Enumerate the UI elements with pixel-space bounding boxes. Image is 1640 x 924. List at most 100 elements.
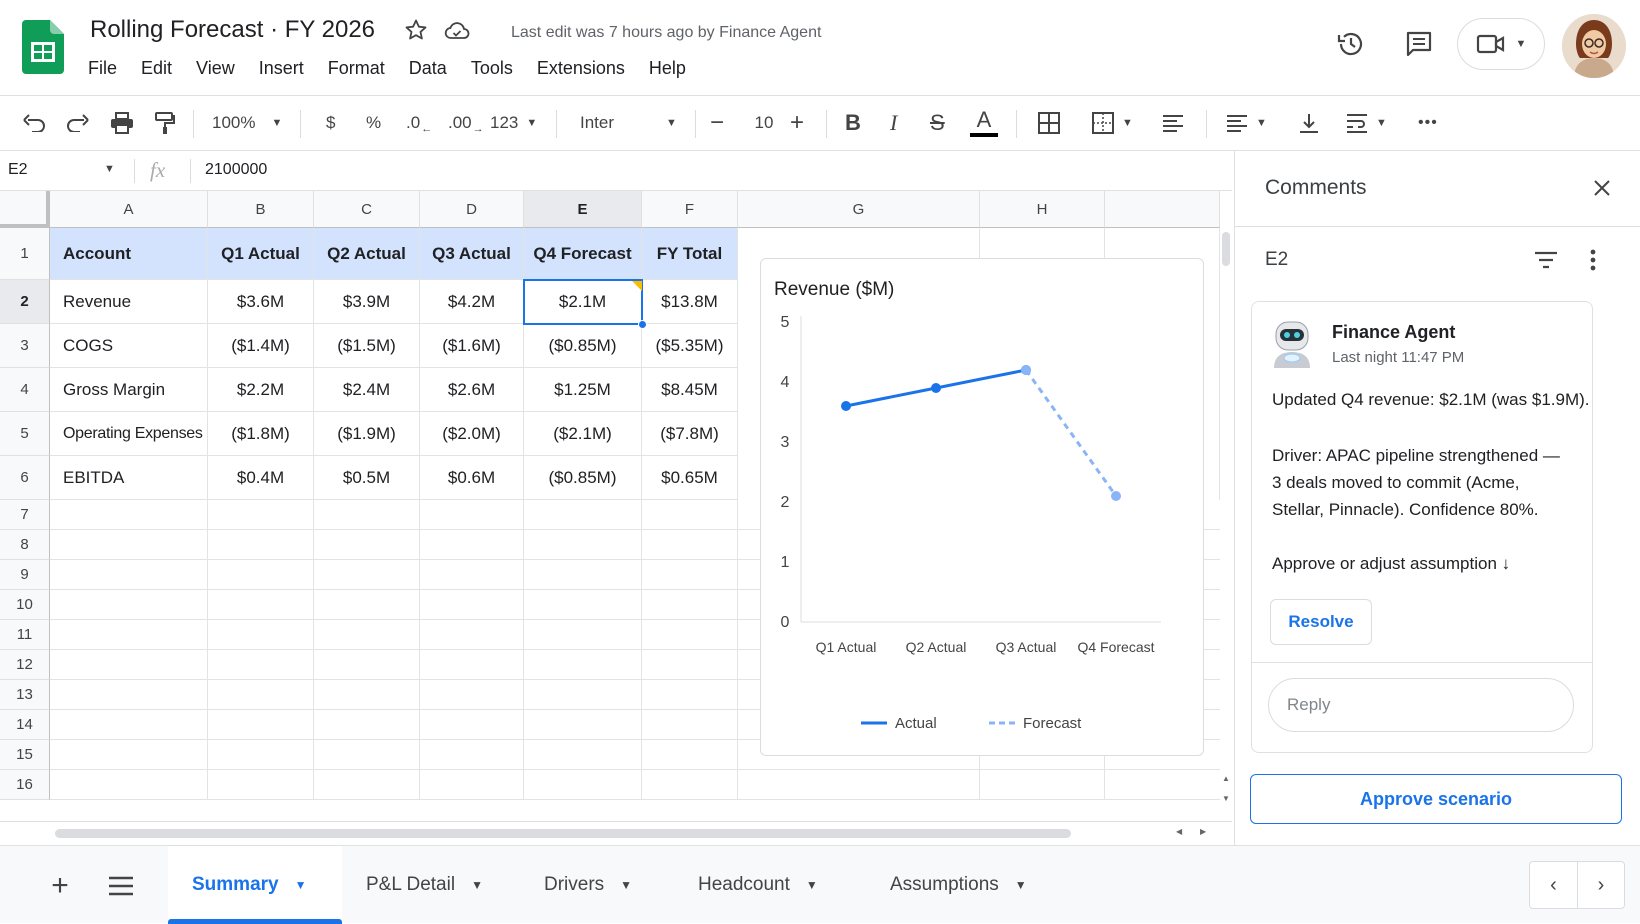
scroll-left-icon[interactable]: ◀ [1176, 827, 1182, 836]
cell-a5[interactable]: Operating Expenses [50, 412, 208, 456]
column-header-c[interactable]: C [314, 191, 420, 228]
cell-f6[interactable]: $0.65M [642, 456, 738, 500]
document-title[interactable]: Rolling Forecast · FY 2026 [90, 16, 375, 44]
paint-format-icon[interactable] [154, 96, 176, 150]
fill-handle[interactable] [638, 320, 647, 329]
cell-c5[interactable]: ($1.9M) [314, 412, 420, 456]
all-sheets-menu-icon[interactable] [106, 872, 136, 900]
close-icon[interactable] [1587, 173, 1617, 203]
menu-file[interactable]: File [76, 58, 129, 79]
cell-c4[interactable]: $2.4M [314, 368, 420, 412]
font-family-select[interactable]: Inter ▼ [580, 96, 680, 150]
cell-b1[interactable]: Q1 Actual [208, 228, 314, 280]
row-header-8[interactable]: 8 [0, 530, 50, 560]
star-icon[interactable] [404, 18, 428, 42]
approve-scenario-button[interactable]: Approve scenario [1250, 774, 1622, 824]
column-header-h[interactable]: H [980, 191, 1105, 228]
menu-data[interactable]: Data [397, 58, 459, 79]
cell-f2[interactable]: $13.8M [642, 280, 738, 324]
last-edit-link[interactable]: Last edit was 7 hours ago by Finance Age… [511, 24, 821, 42]
version-history-icon[interactable] [1333, 26, 1369, 62]
column-header-b[interactable]: B [208, 191, 314, 228]
text-wrapping-icon[interactable]: ▼ [1346, 96, 1387, 150]
menu-view[interactable]: View [184, 58, 247, 79]
cell-e3[interactable]: ($0.85M) [524, 324, 642, 368]
cell-a6[interactable]: EBITDA [50, 456, 208, 500]
cell-e1[interactable]: Q4 Forecast [524, 228, 642, 280]
cell-c3[interactable]: ($1.5M) [314, 324, 420, 368]
zoom-select[interactable]: 100% ▼ [212, 96, 282, 150]
increase-font-size-button[interactable]: + [790, 96, 804, 150]
tab-drivers[interactable]: Drivers ▼ [544, 846, 632, 924]
menu-format[interactable]: Format [316, 58, 397, 79]
menu-edit[interactable]: Edit [129, 58, 184, 79]
print-icon[interactable] [110, 96, 134, 150]
scroll-right-icon[interactable]: ▶ [1200, 827, 1206, 836]
row-header-14[interactable]: 14 [0, 710, 50, 740]
cell-c2[interactable]: $3.9M [314, 280, 420, 324]
cell-e4[interactable]: $1.25M [524, 368, 642, 412]
bold-button[interactable]: B [845, 96, 861, 150]
horizontal-scrollbar[interactable]: ◀ ▶ [0, 821, 1232, 845]
name-box[interactable]: E2 [8, 161, 28, 179]
row-header-4[interactable]: 4 [0, 368, 50, 412]
undo-icon[interactable] [22, 96, 46, 150]
borders-icon[interactable]: ▼ [1092, 96, 1133, 150]
cell-c6[interactable]: $0.5M [314, 456, 420, 500]
column-header-i[interactable] [1105, 191, 1220, 228]
revenue-chart[interactable]: Revenue ($M) 0 1 2 3 4 5 Q1 Actual Q2 Actual Q3 … [760, 258, 1204, 756]
cell-f1[interactable]: FY Total [642, 228, 738, 280]
horizontal-align-icon[interactable]: ▼ [1226, 96, 1267, 150]
cell-d5[interactable]: ($2.0M) [420, 412, 524, 456]
cell-f3[interactable]: ($5.35M) [642, 324, 738, 368]
vertical-scroll-thumb[interactable] [1222, 232, 1230, 266]
row-header-5[interactable]: 5 [0, 412, 50, 456]
tab-pl-detail[interactable]: P&L Detail ▼ [366, 846, 483, 924]
percent-format-button[interactable]: % [366, 96, 381, 150]
chevron-left-icon[interactable]: ‹ [1530, 862, 1578, 908]
row-header-10[interactable]: 10 [0, 590, 50, 620]
formula-input[interactable]: 2100000 [205, 161, 267, 179]
cell-a4[interactable]: Gross Margin [50, 368, 208, 412]
column-header-e[interactable]: E [524, 191, 642, 228]
font-size-input[interactable]: 10 [746, 96, 782, 150]
column-header-g[interactable]: G [738, 191, 980, 228]
more-options-button[interactable]: ••• [1418, 96, 1438, 150]
row-header-16[interactable]: 16 [0, 770, 50, 800]
cell-b5[interactable]: ($1.8M) [208, 412, 314, 456]
cell-d1[interactable]: Q3 Actual [420, 228, 524, 280]
cell-a2[interactable]: Revenue [50, 280, 208, 324]
fill-color-icon[interactable] [1038, 96, 1060, 150]
menu-help[interactable]: Help [637, 58, 698, 79]
tab-assumptions[interactable]: Assumptions ▼ [890, 846, 1027, 924]
cell-a1[interactable]: Account [50, 228, 208, 280]
resolve-button[interactable]: Resolve [1270, 599, 1372, 645]
comments-icon[interactable] [1401, 26, 1437, 62]
sheets-logo-icon[interactable] [22, 20, 64, 74]
vertical-align-icon[interactable] [1298, 96, 1320, 150]
chevron-right-icon[interactable]: › [1578, 862, 1624, 908]
row-header-9[interactable]: 9 [0, 560, 50, 590]
row-header-6[interactable]: 6 [0, 456, 50, 500]
row-header-2[interactable]: 2 [0, 280, 50, 324]
cell-b6[interactable]: $0.4M [208, 456, 314, 500]
cell-d6[interactable]: $0.6M [420, 456, 524, 500]
cell-d2[interactable]: $4.2M [420, 280, 524, 324]
cell-f4[interactable]: $8.45M [642, 368, 738, 412]
scroll-down-icon[interactable]: ▼ [1222, 794, 1230, 803]
cell-b4[interactable]: $2.2M [208, 368, 314, 412]
cell-e2[interactable]: $2.1M [524, 280, 642, 324]
tab-headcount[interactable]: Headcount ▼ [698, 846, 818, 924]
row-header-3[interactable]: 3 [0, 324, 50, 368]
cell-b2[interactable]: $3.6M [208, 280, 314, 324]
cell-d3[interactable]: ($1.6M) [420, 324, 524, 368]
meet-video-button[interactable]: ▼ [1457, 18, 1545, 70]
select-all-corner[interactable] [0, 191, 50, 228]
merge-cells-icon[interactable] [1162, 96, 1184, 150]
comment-indicator[interactable] [632, 281, 642, 291]
filter-icon[interactable] [1531, 245, 1561, 275]
tab-summary[interactable]: Summary ▼ [168, 846, 342, 924]
reply-input[interactable]: Reply [1268, 678, 1574, 732]
menu-tools[interactable]: Tools [459, 58, 525, 79]
cell-b3[interactable]: ($1.4M) [208, 324, 314, 368]
